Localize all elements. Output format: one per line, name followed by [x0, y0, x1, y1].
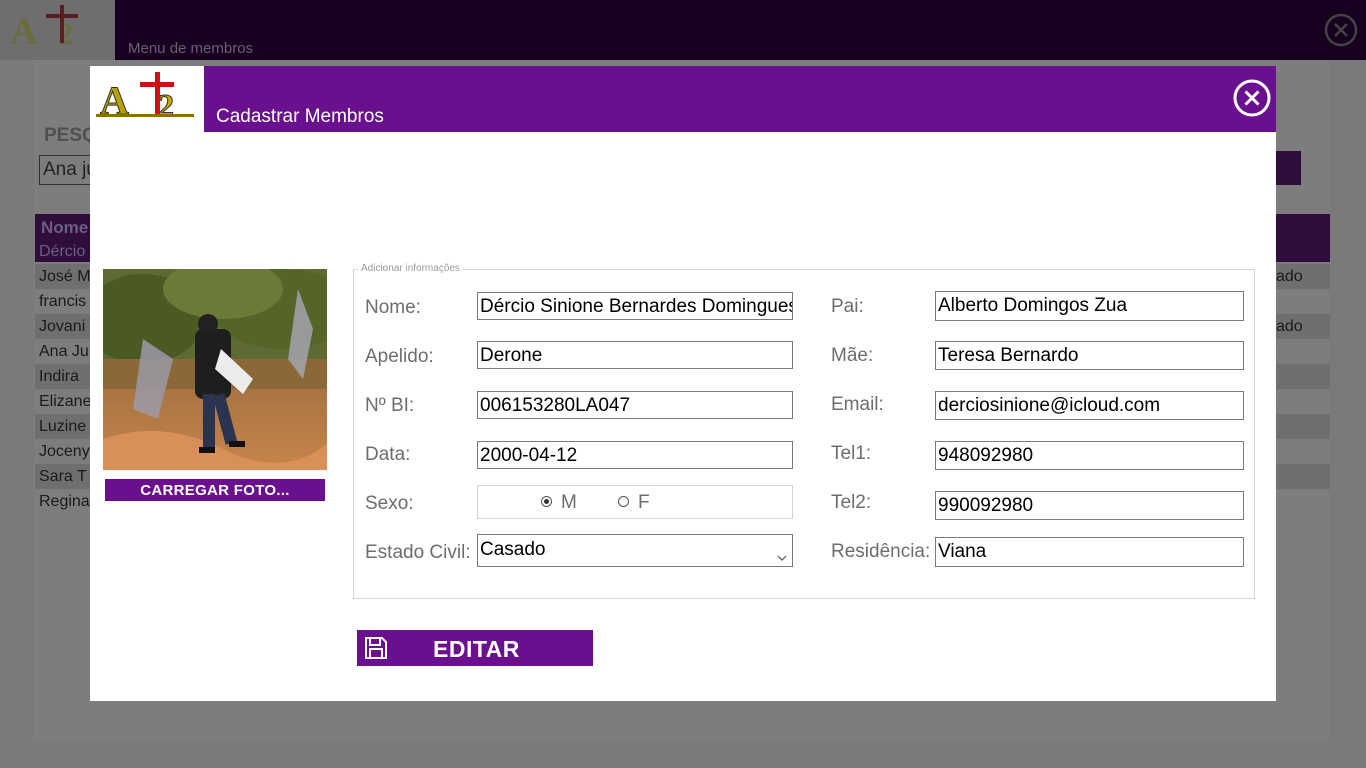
data-label: Data:	[365, 444, 411, 465]
table-row[interactable]: José M	[35, 264, 90, 289]
nome-field[interactable]: Dércio Sinione Bernardes Domingues	[477, 292, 793, 320]
svg-text:2: 2	[158, 87, 174, 123]
member-photo	[103, 269, 327, 470]
birth-date-field[interactable]: 2000-04-12	[477, 441, 793, 469]
table-row-right-cell[interactable]: ado	[1276, 264, 1330, 289]
table-row-selected[interactable]: Dércio	[39, 243, 85, 261]
table-row-right-cell[interactable]	[1276, 439, 1330, 464]
table-row-right-cell[interactable]	[1276, 389, 1330, 414]
dialog-title: Cadastrar Membros	[216, 106, 384, 127]
fieldset-legend: Adicionar informações	[358, 263, 463, 274]
tel2-field[interactable]: 990092980	[935, 491, 1244, 520]
save-icon	[363, 635, 389, 661]
residencia-field[interactable]: Viana	[935, 537, 1244, 567]
estado-civil-value: Casado	[480, 539, 546, 560]
nome-label: Nome:	[365, 297, 421, 318]
edit-button[interactable]: EDITAR	[357, 630, 593, 666]
bi-field[interactable]: 006153280LA047	[477, 391, 793, 419]
table-row-right-cell[interactable]	[1276, 289, 1330, 314]
pai-label: Pai:	[831, 296, 864, 317]
table-row-right-cell[interactable]	[1276, 489, 1330, 514]
apelido-field[interactable]: Derone	[477, 341, 793, 369]
upload-photo-button[interactable]: CARREGAR FOTO...	[105, 479, 325, 501]
residencia-label: Residência:	[831, 541, 931, 562]
sexo-m-radio[interactable]	[541, 496, 552, 507]
sexo-f-radio[interactable]	[618, 496, 629, 507]
table-row[interactable]: Indira	[35, 364, 90, 389]
table-row[interactable]: Luzine	[35, 414, 90, 439]
table-row-right-cell[interactable]: ado	[1276, 314, 1330, 339]
sexo-m-label[interactable]: M	[561, 492, 577, 514]
email-field[interactable]: derciosinione@icloud.com	[935, 391, 1244, 420]
svg-text:A: A	[10, 11, 38, 53]
estado-civil-label: Estado Civil:	[365, 542, 471, 563]
table-row[interactable]: francis	[35, 289, 90, 314]
table-row-right-cell[interactable]	[1276, 414, 1330, 439]
menu-title: Menu de membros	[128, 40, 254, 57]
estado-civil-select[interactable]: Casado	[477, 534, 793, 567]
bi-label: Nº BI:	[365, 395, 415, 416]
search-button[interactable]	[1276, 151, 1301, 185]
email-label: Email:	[831, 394, 884, 415]
table-row-right-cell[interactable]	[1276, 464, 1330, 489]
tel2-label: Tel2:	[831, 492, 872, 513]
table-row[interactable]: Ana Ju	[35, 339, 90, 364]
table-row[interactable]: Regina	[35, 489, 90, 514]
sexo-f-label[interactable]: F	[638, 492, 650, 514]
table-header-right	[1276, 214, 1330, 262]
close-icon[interactable]	[1233, 79, 1271, 117]
app-close-icon[interactable]	[1324, 13, 1358, 47]
app-logo: A 2	[0, 0, 115, 60]
logo-icon: A 2	[90, 66, 204, 132]
table-row-right-cell[interactable]	[1276, 339, 1330, 364]
table-row[interactable]: Joceny	[35, 439, 90, 464]
tel1-field[interactable]: 948092980	[935, 441, 1244, 470]
table-row[interactable]: Jovani	[35, 314, 90, 339]
register-member-dialog: A 2 Cadastrar Membros CARREGAR FOTO... A…	[90, 66, 1276, 701]
search-label: PESQ	[44, 125, 97, 146]
pai-field[interactable]: Alberto Domingos Zua	[935, 291, 1244, 321]
sexo-radio-group: M F	[477, 485, 793, 519]
column-header-nome: Nome	[41, 218, 89, 237]
chevron-down-icon	[776, 544, 788, 561]
apelido-label: Apelido:	[365, 346, 434, 367]
tel1-label: Tel1:	[831, 443, 872, 464]
mae-field[interactable]: Teresa Bernardo	[935, 341, 1244, 370]
edit-button-label: EDITAR	[433, 636, 520, 662]
mae-label: Mãe:	[831, 345, 874, 366]
table-row[interactable]: Elizane	[35, 389, 90, 414]
table-row[interactable]: Sara T	[35, 464, 90, 489]
table-row-right-cell[interactable]	[1276, 364, 1330, 389]
sexo-label: Sexo:	[365, 493, 414, 514]
